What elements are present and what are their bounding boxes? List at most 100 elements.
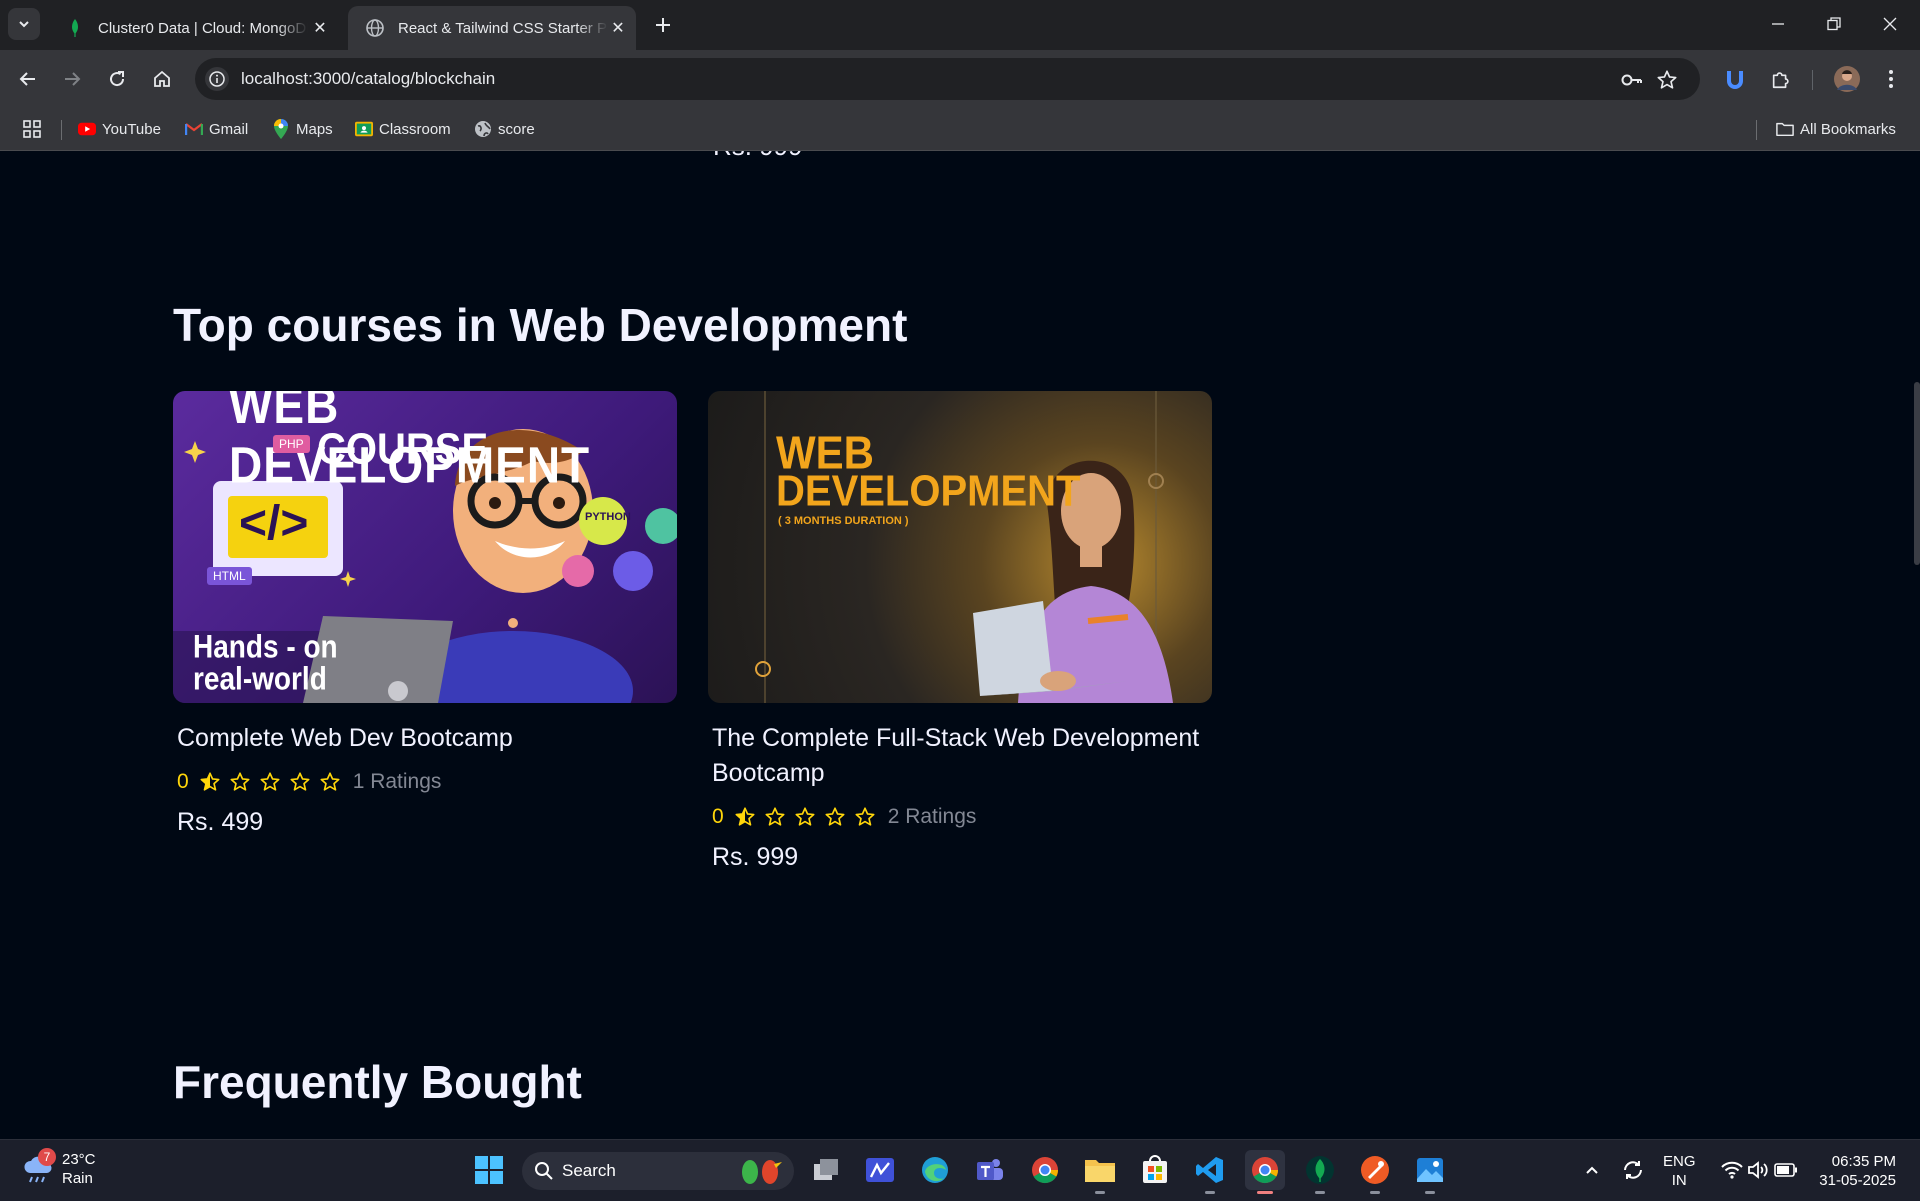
clock[interactable]: 06:35 PM 31-05-2025 [1816,1152,1896,1190]
language-code: ENG [1663,1153,1696,1170]
course-rating: 0 2 Ratings [712,805,1208,829]
language-indicator[interactable]: ENG IN [1663,1152,1696,1190]
mongodb-leaf-icon [66,19,84,37]
windows-logo-icon [475,1156,503,1184]
all-bookmarks-label: All Bookmarks [1800,120,1896,138]
star-outline-icon [855,807,875,826]
sync-tray-icon[interactable] [1613,1150,1653,1190]
bookmark-maps[interactable]: Maps [272,118,333,140]
taskbar-app-chrome-2[interactable] [1025,1150,1065,1190]
youtube-icon [78,120,96,138]
tab-mongodb[interactable]: Cluster0 Data | Cloud: MongoDB Cloud ✕ [48,6,338,50]
taskbar-app-file-explorer[interactable] [1080,1150,1120,1194]
bookmark-score[interactable]: score [474,118,535,140]
folder-icon [1776,120,1794,138]
address-bar[interactable]: localhost:3000/catalog/blockchain [195,58,1700,100]
bookmark-star-icon[interactable] [1655,68,1679,92]
browser-menu-icon[interactable] [1876,64,1906,94]
back-button[interactable] [12,63,44,95]
profile-avatar[interactable] [1832,64,1862,94]
star-outline-icon [260,772,280,791]
course-price-peek: Rs. 999 [713,151,803,162]
star-outline-icon [825,807,845,826]
minimize-button[interactable] [1758,8,1798,40]
tab-search-button[interactable] [8,8,40,40]
taskbar-app-edge[interactable] [915,1150,955,1190]
teams-icon [977,1159,1003,1180]
password-key-icon[interactable] [1620,68,1644,92]
show-hidden-icons-button[interactable] [1572,1150,1612,1190]
running-indicator [1315,1191,1325,1194]
bookmark-youtube[interactable]: YouTube [78,118,161,140]
course-title[interactable]: The Complete Full-Stack Web Development … [712,721,1208,791]
taskbar-app-photos[interactable] [1410,1150,1450,1194]
new-tab-button[interactable] [648,10,678,40]
gmail-icon [185,120,203,138]
search-icon [535,1162,553,1180]
plus-icon [656,18,670,32]
edge-browser-icon [922,1157,948,1183]
half-star-icon [200,772,220,791]
taskbar-app-store[interactable] [1135,1150,1175,1190]
site-info-icon[interactable] [205,67,229,91]
region-code: IN [1671,1172,1687,1189]
vscode-icon [1196,1157,1223,1183]
folder-icon [1085,1160,1115,1182]
extension-blue-icon[interactable] [1720,64,1750,94]
maps-icon [272,119,290,139]
bookmark-label: score [498,120,535,138]
taskbar-app-mongodb-compass[interactable] [1300,1150,1340,1194]
bookmark-gmail[interactable]: Gmail [185,118,248,140]
start-button[interactable] [469,1150,509,1190]
tab-close-icon[interactable]: ✕ [310,18,330,38]
forward-button[interactable] [56,63,88,95]
close-window-button[interactable] [1870,8,1910,40]
taskbar-app-teams-whiteboard[interactable] [860,1150,900,1190]
course-card[interactable]: WEB DEVELOPMENT ( 3 MONTHS DURATION ) Th… [708,391,1212,872]
thumbnail-text: PYTHON [585,511,631,523]
course-title[interactable]: Complete Web Dev Bootcamp [177,721,673,756]
battery-tray-icon[interactable] [1766,1150,1806,1190]
page-scrollbar-thumb[interactable] [1914,382,1920,565]
tab-react-tailwind[interactable]: React & Tailwind CSS Starter Pack ✕ [348,6,636,50]
reload-button[interactable] [101,63,133,95]
section-heading-top-courses: Top courses in Web Development [173,299,908,351]
running-indicator [1425,1191,1435,1194]
mongodb-leaf-icon [1306,1156,1334,1184]
ratings-count: 2 Ratings [887,805,977,828]
home-button[interactable] [146,63,178,95]
taskbar-app-vscode[interactable] [1190,1150,1230,1194]
clock-time: 06:35 PM [1831,1153,1896,1170]
globe-icon [474,120,492,138]
home-icon [154,70,170,87]
windows-taskbar: 7 23°C Rain Search ENG IN 06:35 PM 31-05… [0,1139,1920,1201]
course-thumbnail[interactable]: WEB DEVELOPMENT ( 3 MONTHS DURATION ) [708,391,1212,703]
course-thumbnail[interactable]: WEB DEVELOPMENT COURSE </> PHP HTML PYTH… [173,391,677,703]
postman-icon [1361,1156,1389,1184]
chrome-icon [1252,1157,1279,1184]
taskbar-app-postman[interactable] [1355,1150,1395,1194]
restore-button[interactable] [1814,8,1854,40]
star-outline-icon [230,772,250,791]
arrow-right-icon [65,72,81,86]
ratings-count: 1 Ratings [352,770,442,793]
tab-title: React & Tailwind CSS Starter Pack [398,19,608,37]
average-rating: 0 [177,770,189,793]
apps-grid-icon[interactable] [22,118,42,140]
tab-close-icon[interactable]: ✕ [608,18,628,38]
chevron-down-icon [19,21,29,28]
running-indicator [1205,1191,1215,1194]
task-view-icon [814,1159,838,1180]
catalog-page: Rs. 999 Top courses in Web Development [0,151,1920,1139]
weather-widget[interactable]: 7 23°C Rain [22,1148,96,1188]
thumbnail-text: real-world [193,660,327,697]
all-bookmarks-button[interactable]: All Bookmarks [1776,118,1896,140]
task-view-button[interactable] [806,1150,846,1190]
parrot-icon [742,1160,782,1184]
taskbar-search[interactable]: Search [522,1152,794,1190]
extensions-puzzle-icon[interactable] [1766,64,1796,94]
taskbar-app-teams[interactable] [970,1150,1010,1190]
bookmark-classroom[interactable]: Classroom [355,118,451,140]
course-card[interactable]: WEB DEVELOPMENT COURSE </> PHP HTML PYTH… [173,391,677,837]
taskbar-app-chrome[interactable] [1245,1150,1285,1194]
